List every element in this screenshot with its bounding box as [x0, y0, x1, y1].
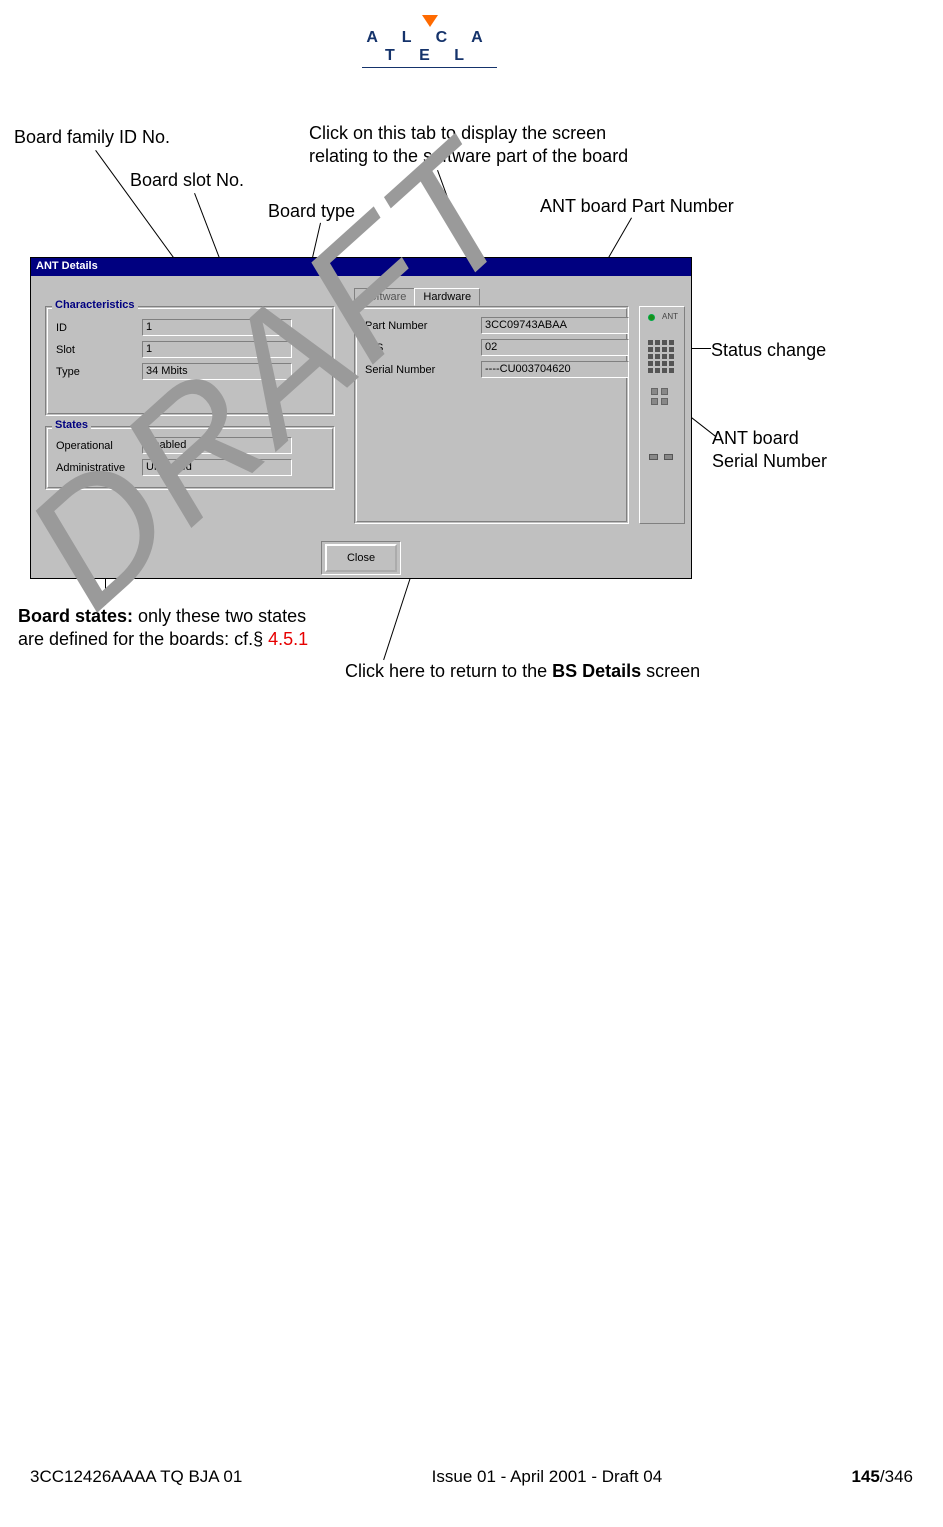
ant-details-window: ANT Details Software Hardware Characteri…	[30, 257, 692, 579]
ant-board-graphic: ANT	[639, 306, 685, 524]
footer-page: 145/346	[852, 1467, 913, 1487]
anno-board-type: Board type	[268, 200, 355, 223]
anno-serial-number: ANT board Serial Number	[712, 427, 827, 472]
window-titlebar: ANT Details	[31, 258, 691, 276]
footer-issue: Issue 01 - April 2001 - Draft 04	[432, 1467, 663, 1487]
anno-slot-no: Board slot No.	[130, 169, 244, 192]
type-label: Type	[56, 366, 136, 378]
anno-family-id: Board family ID No.	[14, 126, 170, 149]
anno-close: Click here to return to the BS Details s…	[345, 660, 700, 683]
ant-board-label: ANT	[662, 312, 678, 321]
tab-bar: Software Hardware	[354, 288, 479, 305]
anno-close-pre: Click here to return to the	[345, 661, 552, 681]
anno-close-post: screen	[641, 661, 700, 681]
slot-label: Slot	[56, 344, 136, 356]
page-footer: 3CC12426AAAA TQ BJA 01 Issue 01 - April …	[0, 1467, 943, 1487]
type-field: 34 Mbits	[142, 363, 292, 380]
part-number-field: 3CC09743ABAA	[481, 317, 629, 334]
footer-page-num: 145	[852, 1467, 880, 1486]
close-button[interactable]: Close	[325, 544, 397, 572]
tab-hardware[interactable]: Hardware	[414, 288, 480, 306]
anno-close-bold: BS Details	[552, 661, 641, 681]
footer-doc-ref: 3CC12426AAAA TQ BJA 01	[30, 1467, 242, 1487]
characteristics-legend: Characteristics	[52, 299, 138, 311]
slot-field: 1	[142, 341, 292, 358]
anno-board-states: Board states: only these two states are …	[18, 605, 348, 650]
logo-underline	[362, 67, 497, 68]
anno-states-prefix: Board states:	[18, 606, 133, 626]
states-group: States Operational Enabled Administrativ…	[45, 426, 335, 490]
serial-number-field: ----CU003704620	[481, 361, 629, 378]
operational-label: Operational	[56, 440, 136, 452]
logo-text: A L C A T E L	[362, 29, 497, 65]
id-field: 1	[142, 319, 292, 336]
states-legend: States	[52, 419, 91, 431]
part-number-label: Part Number	[365, 320, 475, 332]
status-led-grid	[648, 340, 674, 373]
port-icons	[649, 454, 673, 460]
hardware-panel: Part Number 3CC09743ABAA ICS 02 Serial N…	[354, 306, 629, 524]
ics-field: 02	[481, 339, 629, 356]
administrative-field: Unlocked	[142, 459, 292, 476]
anno-software-tab: Click on this tab to display the screen …	[309, 122, 649, 167]
indicator-2x2	[651, 388, 668, 405]
anno-part-number: ANT board Part Number	[540, 195, 734, 218]
serial-number-label: Serial Number	[365, 364, 475, 376]
tab-software[interactable]: Software	[354, 288, 415, 305]
ics-label: ICS	[365, 342, 475, 354]
administrative-label: Administrative	[56, 462, 136, 474]
id-label: ID	[56, 322, 136, 334]
characteristics-group: Characteristics ID 1 Slot 1 Type 34 Mbit…	[45, 306, 335, 416]
led-green-icon	[648, 314, 655, 321]
anno-states-ref: 4.5.1	[268, 629, 308, 649]
alcatel-logo: A L C A T E L	[362, 15, 497, 68]
footer-page-total: /346	[880, 1467, 913, 1486]
logo-triangle-icon	[422, 15, 438, 27]
operational-field: Enabled	[142, 437, 292, 454]
anno-status-change: Status change	[711, 339, 826, 362]
